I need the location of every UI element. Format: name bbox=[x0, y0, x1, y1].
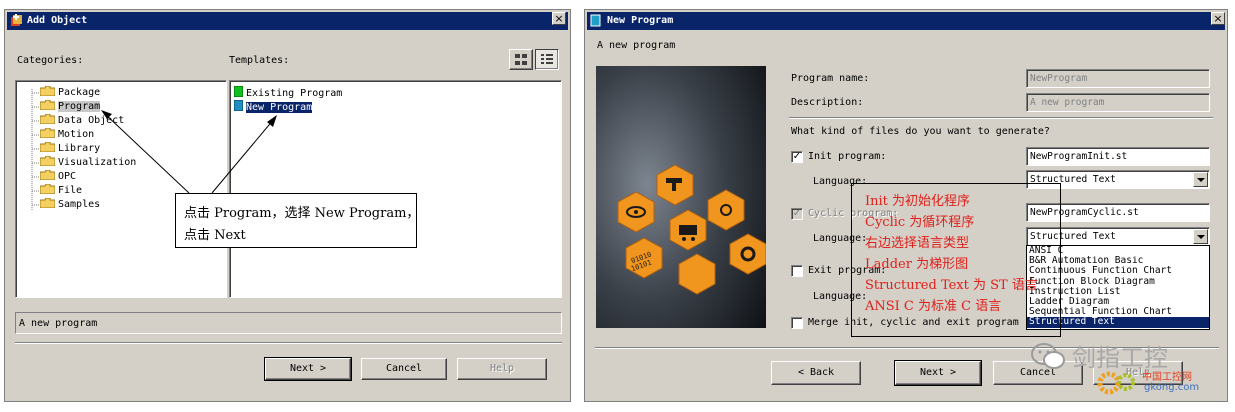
instruction-line-2: 点击 Next bbox=[184, 228, 246, 243]
program-name-field[interactable]: NewProgram bbox=[1026, 69, 1210, 88]
folder-icon bbox=[40, 114, 55, 124]
wizard-hexagon-image: 01010 10101 bbox=[596, 66, 766, 328]
category-data-object[interactable]: Data Object bbox=[40, 114, 124, 127]
watermark-site: gkong.com bbox=[1144, 382, 1200, 393]
annotation-cyclic: Cyclic 为循环程序 bbox=[865, 215, 975, 230]
annotation-ansic: ANSI C 为标准 C 语言 bbox=[865, 299, 1002, 314]
description-field[interactable]: A new program bbox=[1026, 93, 1210, 112]
folder-icon bbox=[40, 198, 55, 208]
separator bbox=[15, 342, 562, 344]
annotation-init: Init 为初始化程序 bbox=[865, 194, 971, 209]
teal-program-icon bbox=[233, 99, 244, 112]
close-button[interactable]: × bbox=[552, 12, 566, 25]
watermark-site-cn: 中国工控网 bbox=[1142, 372, 1192, 383]
chevron-down-icon[interactable] bbox=[1193, 172, 1208, 187]
list-view-button[interactable] bbox=[535, 49, 559, 70]
category-opc[interactable]: OPC bbox=[40, 170, 76, 183]
description-label: Description: bbox=[791, 97, 864, 108]
category-library[interactable]: Library bbox=[40, 142, 100, 155]
category-label: Program bbox=[58, 101, 101, 112]
large-icons-view-button[interactable] bbox=[509, 49, 533, 70]
add-object-title: Add Object bbox=[27, 15, 88, 26]
template-new-program[interactable]: New Program bbox=[233, 99, 313, 113]
back-button-label: < Back bbox=[797, 367, 835, 378]
help-button-label: Help bbox=[489, 363, 515, 374]
category-label: Visualization bbox=[58, 157, 137, 168]
folder-icon bbox=[40, 170, 55, 180]
template-label: Existing Program bbox=[246, 88, 343, 99]
init-program-checkbox[interactable]: ✓ bbox=[791, 151, 803, 163]
instruction-annotation: 点击 Program，选择 New Program， 点击 Next bbox=[175, 193, 420, 248]
template-label: New Program bbox=[246, 102, 313, 113]
category-label: Library bbox=[58, 143, 101, 154]
annotation-st: Structured Text 为 ST 语言 bbox=[865, 278, 1038, 293]
watermark: 剑指工控 中国工控网 gkong.com bbox=[1030, 338, 1230, 406]
folder-icon bbox=[40, 184, 55, 194]
new-program-title: New Program bbox=[607, 15, 674, 26]
category-label: Samples bbox=[58, 199, 101, 210]
add-object-dialog: Add Object × Categories: Templates: Pack… bbox=[4, 9, 571, 402]
folder-icon bbox=[40, 142, 55, 152]
wechat-icon bbox=[1031, 343, 1065, 369]
large-icons-view-icon bbox=[515, 54, 527, 65]
back-button[interactable]: < Back bbox=[771, 361, 861, 385]
init-program-label: Init program: bbox=[808, 151, 887, 162]
category-label: Motion bbox=[58, 129, 95, 140]
separator bbox=[789, 117, 1213, 119]
categories-label: Categories: bbox=[17, 55, 84, 66]
next-button[interactable]: Next > bbox=[264, 357, 352, 381]
new-program-titlebar[interactable]: New Program bbox=[587, 12, 1225, 30]
annotation-language: 右边选择语言类型 bbox=[865, 236, 970, 251]
init-program-field[interactable]: NewProgramInit.st bbox=[1026, 147, 1210, 166]
templates-label: Templates: bbox=[229, 55, 290, 66]
category-label: OPC bbox=[58, 171, 77, 182]
category-label: File bbox=[58, 185, 83, 196]
folder-icon bbox=[40, 128, 55, 138]
folder-icon bbox=[40, 156, 55, 166]
category-label: Data Object bbox=[58, 115, 125, 126]
category-package[interactable]: Package bbox=[40, 86, 100, 99]
files-question: What kind of files do you want to genera… bbox=[791, 126, 1050, 137]
merge-checkbox[interactable] bbox=[791, 317, 803, 329]
category-motion[interactable]: Motion bbox=[40, 128, 94, 141]
program-name-label: Program name: bbox=[791, 73, 870, 84]
instruction-line-1: 点击 Program，选择 New Program， bbox=[184, 206, 420, 221]
add-object-icon bbox=[11, 14, 22, 26]
description-box: A new program bbox=[15, 312, 562, 334]
folder-open-icon bbox=[40, 100, 55, 110]
next-button[interactable]: Next > bbox=[894, 360, 982, 386]
list-view-icon bbox=[541, 54, 553, 64]
green-program-icon bbox=[233, 85, 244, 98]
add-object-titlebar[interactable]: Add Object bbox=[7, 12, 568, 30]
next-button-label: Next > bbox=[289, 363, 327, 374]
new-program-icon bbox=[590, 14, 601, 27]
cyclic-program-checkbox[interactable]: ✓ bbox=[791, 208, 803, 220]
category-program[interactable]: Program bbox=[40, 100, 101, 113]
category-samples[interactable]: Samples bbox=[40, 198, 100, 211]
annotation-ladder: Ladder 为梯形图 bbox=[865, 257, 969, 272]
description-text: A new program bbox=[19, 318, 98, 329]
exit-program-checkbox[interactable] bbox=[791, 265, 803, 277]
chevron-down-icon[interactable] bbox=[1193, 229, 1208, 244]
categories-tree[interactable]: Package Program Data Object Motion Libra… bbox=[15, 80, 227, 298]
cancel-button[interactable]: Cancel bbox=[361, 358, 447, 380]
template-existing-program[interactable]: Existing Program bbox=[233, 85, 343, 99]
next-button-label: Next > bbox=[919, 367, 957, 378]
category-label: Package bbox=[58, 87, 101, 98]
folder-icon bbox=[40, 86, 55, 96]
templates-list[interactable]: Existing Program New Program bbox=[229, 80, 562, 298]
wizard-subtitle: A new program bbox=[597, 40, 676, 51]
gear-logo-icon bbox=[1097, 371, 1135, 395]
category-visualization[interactable]: Visualization bbox=[40, 156, 136, 169]
close-button[interactable]: × bbox=[1211, 12, 1225, 25]
category-file[interactable]: File bbox=[40, 184, 82, 197]
cancel-button-label: Cancel bbox=[385, 363, 423, 374]
help-button[interactable]: Help bbox=[457, 358, 547, 380]
